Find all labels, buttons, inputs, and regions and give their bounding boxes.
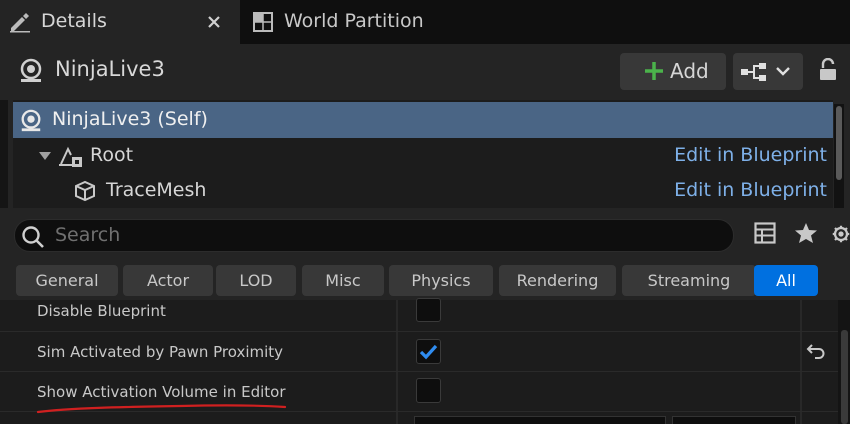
details-header: NinjaLive3 Add <box>0 44 850 100</box>
annotation-underline <box>36 404 287 414</box>
component-name: TraceMesh <box>106 179 207 201</box>
property-scrollbar[interactable] <box>838 300 850 424</box>
tab-bar: Details World Partition <box>0 0 850 44</box>
grid-icon <box>253 12 273 32</box>
add-button-label: Add <box>670 59 709 83</box>
edit-in-blueprint-link[interactable]: Edit in Blueprint <box>674 179 827 201</box>
component-row-self[interactable]: NinjaLive3 (Self) <box>13 102 833 138</box>
actor-sphere-icon <box>20 58 42 82</box>
sim-activated-checkbox[interactable] <box>416 339 441 364</box>
blueprint-options-button[interactable] <box>733 53 803 90</box>
star-icon[interactable] <box>794 222 818 244</box>
value-field[interactable] <box>414 416 666 424</box>
actor-sphere-icon <box>21 109 41 132</box>
actor-name: NinjaLive3 <box>55 57 165 81</box>
component-row-root[interactable]: Root Edit in Blueprint <box>13 138 833 174</box>
close-icon[interactable] <box>207 15 221 29</box>
filter-misc[interactable]: Misc <box>302 265 384 296</box>
search-icon <box>22 226 44 248</box>
gear-icon[interactable] <box>832 222 850 246</box>
tab-details[interactable]: Details <box>0 0 240 44</box>
filter-general[interactable]: General <box>16 265 118 296</box>
checkmark-icon <box>419 344 438 360</box>
components-scrollbar[interactable] <box>834 104 844 208</box>
tab-world-partition[interactable]: World Partition <box>243 0 463 44</box>
component-name: Root <box>90 144 134 166</box>
edit-in-blueprint-link[interactable]: Edit in Blueprint <box>674 144 827 166</box>
scrollbar-thumb[interactable] <box>841 330 848 424</box>
static-mesh-icon <box>75 180 95 202</box>
filter-rendering[interactable]: Rendering <box>499 265 616 296</box>
property-row-sim-activated: Sim Activated by Pawn Proximity <box>0 332 838 372</box>
scrollbar-thumb[interactable] <box>836 106 842 180</box>
lock-icon[interactable] <box>818 58 840 82</box>
pencil-icon <box>10 13 30 33</box>
reset-to-default-icon[interactable] <box>806 342 826 360</box>
hierarchy-icon <box>741 63 766 81</box>
tab-details-label: Details <box>41 10 107 32</box>
expand-arrow-icon[interactable] <box>38 151 52 161</box>
tab-world-partition-label: World Partition <box>284 10 424 32</box>
search-input[interactable]: Search <box>14 219 734 252</box>
filter-lod[interactable]: LOD <box>216 265 296 296</box>
components-list: NinjaLive3 (Self) Root Edit in Blueprint… <box>13 100 833 208</box>
property-name: Disable Blueprint <box>37 302 166 320</box>
chevron-down-icon <box>776 67 790 76</box>
filter-physics[interactable]: Physics <box>389 265 493 296</box>
disable-blueprint-checkbox[interactable] <box>416 298 441 322</box>
component-name: NinjaLive3 (Self) <box>52 108 208 130</box>
scene-component-icon <box>59 146 82 167</box>
components-tree: NinjaLive3 (Self) Root Edit in Blueprint… <box>8 100 850 208</box>
search-placeholder: Search <box>55 224 121 246</box>
filter-streaming[interactable]: Streaming <box>622 265 756 296</box>
filter-all[interactable]: All <box>754 265 818 296</box>
value-field[interactable] <box>672 416 796 424</box>
show-activation-volume-checkbox[interactable] <box>416 378 441 403</box>
property-name: Sim Activated by Pawn Proximity <box>37 343 284 361</box>
table-view-icon[interactable] <box>754 222 776 244</box>
add-component-button[interactable]: Add <box>620 53 726 90</box>
filter-actor[interactable]: Actor <box>123 265 213 296</box>
component-row-tracemesh[interactable]: TraceMesh Edit in Blueprint <box>13 173 833 209</box>
search-toolbar: Search General Actor LOD Misc Physics Re… <box>0 208 850 308</box>
plus-icon <box>645 62 663 80</box>
property-row-disable-blueprint: Disable Blueprint <box>0 298 838 332</box>
